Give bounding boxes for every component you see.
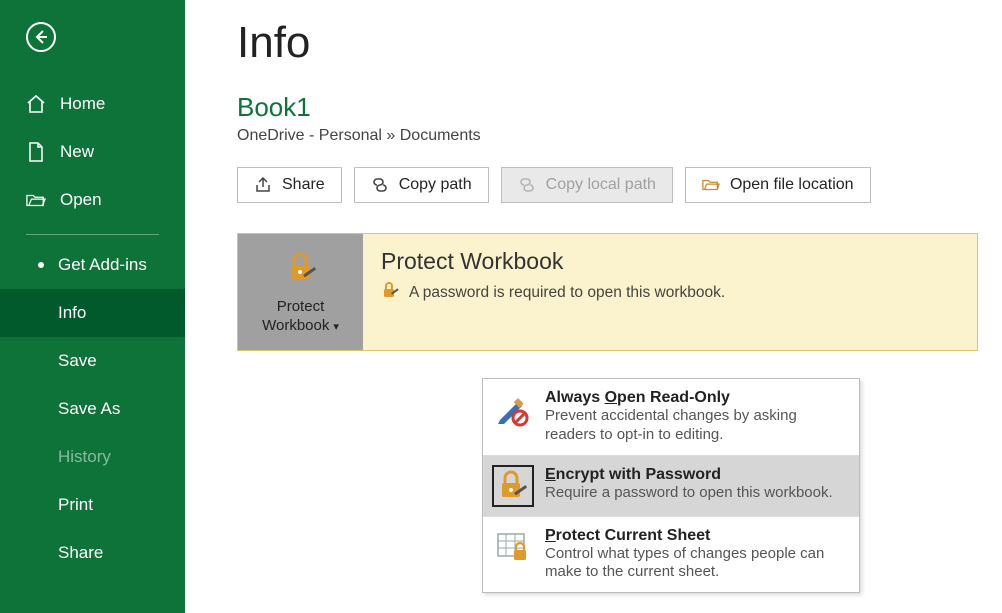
chevron-down-icon: ▾ <box>333 321 339 333</box>
back-arrow-icon <box>33 29 49 45</box>
protect-heading: Protect Workbook <box>381 248 725 275</box>
sidebar-item-label: Info <box>58 303 86 323</box>
copy-path-button[interactable]: Copy path <box>354 167 489 203</box>
sidebar-divider <box>26 234 159 235</box>
button-label: Copy local path <box>546 176 656 194</box>
sidebar: Home New Open Get Add-ins Info Save <box>0 0 185 613</box>
sidebar-item-history[interactable]: History <box>0 433 185 481</box>
open-file-location-button[interactable]: Open file location <box>685 167 871 203</box>
menu-item-desc: Prevent accidental changes by asking rea… <box>545 407 847 445</box>
button-label: Copy path <box>399 176 472 194</box>
sidebar-item-home[interactable]: Home <box>0 80 185 128</box>
sidebar-item-label: History <box>58 447 111 467</box>
copy-local-path-button: Copy local path <box>501 167 673 203</box>
sidebar-item-label: Save <box>58 351 97 371</box>
protect-workbook-menu: Always Open Read-Only Prevent accidental… <box>482 378 860 593</box>
sidebar-item-label: Home <box>60 94 105 114</box>
button-label: Open file location <box>730 176 854 194</box>
home-icon <box>26 94 46 114</box>
link-icon <box>371 176 389 194</box>
document-title: Book1 <box>237 92 978 123</box>
button-label: Share <box>282 176 325 194</box>
sidebar-item-addins[interactable]: Get Add-ins <box>0 241 185 289</box>
protect-workbook-body: Protect Workbook A password is required … <box>363 234 743 350</box>
sidebar-item-share[interactable]: Share <box>0 529 185 577</box>
link-icon <box>518 176 536 194</box>
sheet-lock-icon <box>493 527 533 567</box>
lock-small-icon <box>381 281 399 304</box>
menu-item-encrypt-password[interactable]: Encrypt with Password Require a password… <box>483 456 859 516</box>
menu-item-open-readonly[interactable]: Always Open Read-Only Prevent accidental… <box>483 379 859 455</box>
sidebar-item-label: Share <box>58 543 103 563</box>
share-icon <box>254 176 272 194</box>
protect-message: A password is required to open this work… <box>381 281 725 304</box>
action-buttons: Share Copy path Copy local path Open fil… <box>237 167 978 203</box>
sidebar-item-info[interactable]: Info <box>0 289 185 337</box>
tile-label: ProtectWorkbook▾ <box>262 298 339 336</box>
readonly-icon <box>493 389 533 429</box>
menu-item-desc: Require a password to open this workbook… <box>545 484 833 503</box>
sidebar-item-label: New <box>60 142 94 162</box>
share-button[interactable]: Share <box>237 167 342 203</box>
breadcrumb: OneDrive - Personal » Documents <box>237 127 978 145</box>
back-button[interactable] <box>26 22 56 52</box>
menu-item-desc: Control what types of changes people can… <box>545 545 847 583</box>
protect-workbook-tile[interactable]: ProtectWorkbook▾ <box>238 234 363 350</box>
new-indicator-icon <box>38 262 44 268</box>
menu-item-title: Protect Current Sheet <box>545 527 847 545</box>
lock-key-icon <box>283 249 319 290</box>
lock-key-icon <box>493 466 533 506</box>
protect-workbook-card: ProtectWorkbook▾ Protect Workbook A pass… <box>237 233 978 351</box>
folder-open-icon <box>702 176 720 194</box>
open-icon <box>26 190 46 210</box>
sidebar-nav: Home New Open Get Add-ins Info Save <box>0 80 185 577</box>
main-content: Info Book1 OneDrive - Personal » Documen… <box>185 0 1002 613</box>
sidebar-item-open[interactable]: Open <box>0 176 185 224</box>
menu-item-protect-sheet[interactable]: Protect Current Sheet Control what types… <box>483 517 859 593</box>
sidebar-item-save[interactable]: Save <box>0 337 185 385</box>
sidebar-item-new[interactable]: New <box>0 128 185 176</box>
sidebar-item-label: Print <box>58 495 93 515</box>
protect-message-text: A password is required to open this work… <box>409 284 725 302</box>
sidebar-item-label: Save As <box>58 399 120 419</box>
sidebar-item-saveas[interactable]: Save As <box>0 385 185 433</box>
menu-item-title: Always Open Read-Only <box>545 389 847 407</box>
menu-item-title: Encrypt with Password <box>545 466 833 484</box>
new-icon <box>26 142 46 162</box>
page-title: Info <box>237 18 978 68</box>
sidebar-item-label: Open <box>60 190 102 210</box>
sidebar-item-print[interactable]: Print <box>0 481 185 529</box>
sidebar-item-label: Get Add-ins <box>58 255 147 275</box>
